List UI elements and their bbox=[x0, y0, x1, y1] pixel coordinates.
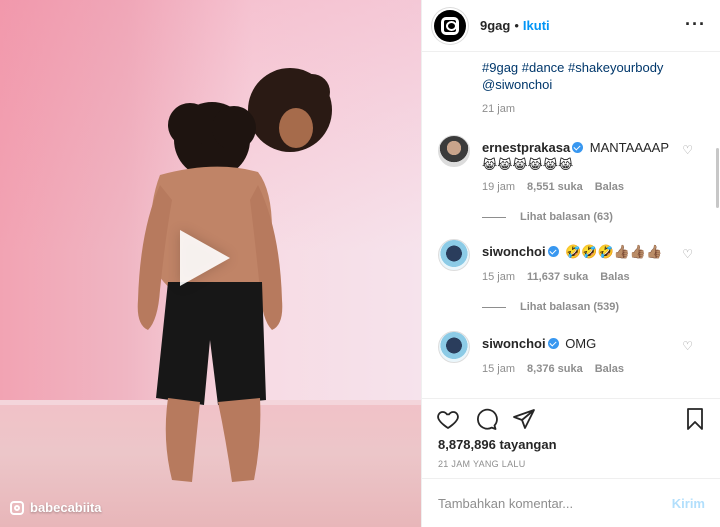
verified-icon bbox=[547, 246, 559, 257]
avatar[interactable] bbox=[434, 9, 466, 42]
avatar[interactable] bbox=[438, 239, 470, 271]
action-icons bbox=[436, 407, 536, 431]
comment-time[interactable]: 15 jam bbox=[482, 363, 515, 375]
scrollbar[interactable] bbox=[716, 148, 719, 208]
play-icon[interactable] bbox=[180, 230, 230, 286]
post-media[interactable]: babecabiita bbox=[0, 0, 421, 527]
comment-meta: 19 jam 8,551 suka Balas bbox=[482, 181, 624, 193]
9gag-logo-icon bbox=[441, 16, 459, 35]
separator: • bbox=[514, 18, 519, 33]
view-replies[interactable]: Lihat balasan (63) bbox=[482, 211, 613, 223]
author-username[interactable]: 9gag bbox=[480, 18, 510, 33]
caption-mention[interactable]: @siwonchoi bbox=[482, 76, 705, 93]
caption: #9gag #dance #shakeyourbody @siwonchoi bbox=[422, 53, 720, 93]
comment-meta: 15 jam 8,376 suka Balas bbox=[482, 363, 624, 375]
comment-body: 🤣🤣🤣👍🏽👍🏽👍🏽 bbox=[565, 244, 663, 259]
comment-text: siwonchoi 🤣🤣🤣👍🏽👍🏽👍🏽 bbox=[482, 243, 682, 260]
view-replies-label: Lihat balasan (539) bbox=[520, 301, 620, 313]
reply-button[interactable]: Balas bbox=[595, 363, 624, 375]
post-timestamp[interactable]: 21 JAM YANG LALU bbox=[438, 459, 526, 469]
instagram-icon bbox=[10, 500, 24, 515]
comment-text: ernestprakasa MANTAAAAP 😹😹😹😹😹😹 bbox=[482, 139, 682, 173]
reply-button[interactable]: Balas bbox=[595, 181, 624, 193]
heart-icon[interactable]: ♡ bbox=[682, 247, 693, 261]
comment-username[interactable]: siwonchoi bbox=[482, 336, 546, 351]
comment-username[interactable]: ernestprakasa bbox=[482, 140, 570, 155]
comment-body-line2: 😹😹😹😹😹😹 bbox=[482, 157, 574, 172]
comment-time[interactable]: 15 jam bbox=[482, 271, 515, 283]
view-replies[interactable]: Lihat balasan (539) bbox=[482, 301, 619, 313]
heart-icon[interactable] bbox=[436, 407, 460, 431]
heart-icon[interactable]: ♡ bbox=[682, 143, 693, 157]
post-panel: 9gag • Ikuti ··· #9gag #dance #shakeyour… bbox=[421, 0, 720, 527]
watermark-text: babecabiita bbox=[30, 500, 102, 515]
verified-icon bbox=[572, 142, 584, 153]
comment-likes[interactable]: 8,551 suka bbox=[527, 181, 583, 193]
comment-body: MANTAAAAP bbox=[589, 140, 670, 155]
post-header: 9gag • Ikuti ··· bbox=[422, 0, 720, 52]
avatar[interactable] bbox=[438, 135, 470, 167]
heart-icon[interactable]: ♡ bbox=[682, 339, 693, 353]
send-button[interactable]: Kirim bbox=[672, 496, 705, 511]
comment-username[interactable]: siwonchoi bbox=[482, 244, 546, 259]
comment-meta: 15 jam 11,637 suka Balas bbox=[482, 271, 630, 283]
divider bbox=[482, 216, 506, 218]
view-replies-label: Lihat balasan (63) bbox=[520, 211, 613, 223]
comment-composer: Kirim bbox=[422, 478, 720, 527]
divider bbox=[482, 306, 506, 308]
more-icon[interactable]: ··· bbox=[685, 14, 706, 35]
reply-button[interactable]: Balas bbox=[600, 271, 629, 283]
avatar[interactable] bbox=[438, 331, 470, 363]
comment-time[interactable]: 19 jam bbox=[482, 181, 515, 193]
comment-likes[interactable]: 8,376 suka bbox=[527, 363, 583, 375]
follow-button[interactable]: Ikuti bbox=[523, 18, 550, 33]
comment-input[interactable] bbox=[438, 495, 672, 511]
watermark: babecabiita bbox=[10, 500, 102, 515]
comment-likes[interactable]: 11,637 suka bbox=[527, 271, 588, 283]
comment-icon[interactable] bbox=[474, 407, 498, 431]
caption-hashtags[interactable]: #9gag #dance #shakeyourbody bbox=[482, 59, 705, 76]
verified-icon bbox=[547, 338, 559, 349]
caption-time: 21 jam bbox=[482, 103, 516, 115]
share-icon[interactable] bbox=[512, 407, 536, 431]
comment-body: OMG bbox=[565, 336, 597, 351]
bookmark-icon[interactable] bbox=[683, 407, 707, 431]
comment-text: siwonchoi OMG bbox=[482, 335, 682, 352]
comments-list[interactable]: #9gag #dance #shakeyourbody @siwonchoi 2… bbox=[422, 53, 720, 398]
views-count[interactable]: 8,878,896 tayangan bbox=[438, 437, 557, 452]
